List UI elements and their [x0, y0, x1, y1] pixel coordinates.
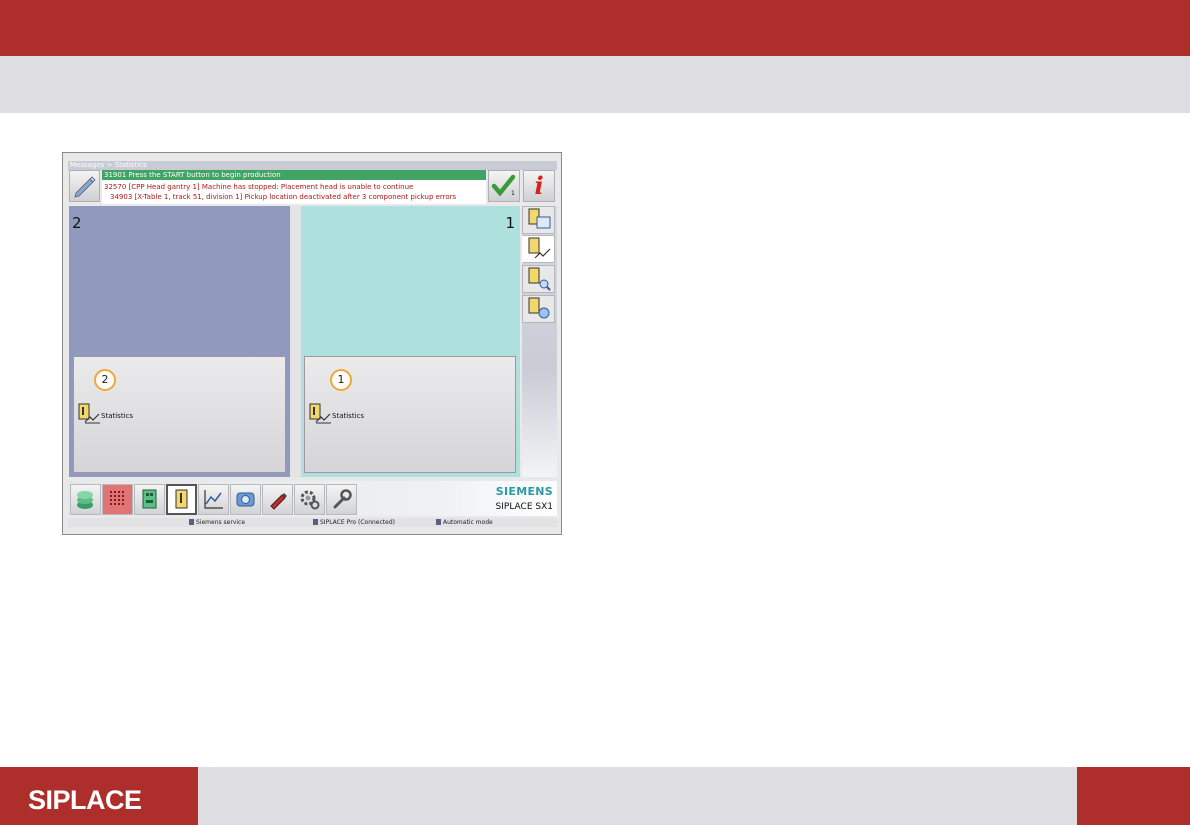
statistics-window-icon: [528, 208, 551, 229]
statistics-icon: [309, 403, 331, 424]
card-label: Statistics: [332, 412, 364, 420]
view-tab-rail: [522, 206, 557, 477]
tab-statistics-zoom[interactable]: [522, 295, 555, 323]
toolbar-button-pen[interactable]: [262, 484, 293, 515]
statistics-zoom-icon: [528, 297, 550, 319]
board-icon: [142, 489, 157, 509]
footer-accent: [1077, 767, 1190, 825]
subheader-band: [0, 56, 1190, 113]
message-item[interactable]: 31901 Press the START button to begin pr…: [102, 170, 486, 180]
footer-band: [198, 767, 1077, 825]
acknowledge-button[interactable]: 1: [488, 170, 520, 202]
status-service-text: Siemens service: [196, 519, 246, 526]
statistics-search-icon: [528, 267, 551, 291]
message-item[interactable]: 32570 [CPP Head gantry 1] Machine has st…: [104, 182, 413, 192]
footer-logo-block: SIPLACE: [0, 767, 198, 825]
panel-1[interactable]: 1 1 Statistics: [301, 206, 520, 477]
toolbar-button-stack[interactable]: [70, 484, 101, 515]
header-band: [0, 0, 1190, 56]
siplace-logo: SIPLACE: [28, 785, 142, 815]
main-toolbar: SIEMENS SIPLACE SX1: [68, 481, 557, 516]
statistics-card-2[interactable]: 2 Statistics: [73, 356, 286, 473]
panel-divider: [290, 206, 301, 477]
grid-icon: [110, 491, 124, 505]
gear-icon: [300, 490, 320, 510]
status-bar: Siemens service SIPLACE Pro (Connected) …: [68, 518, 557, 527]
tab-statistics-window[interactable]: [522, 206, 555, 234]
machine-screen: Messages > Statistics 31901 Press the ST…: [62, 152, 562, 535]
breadcrumb: Messages > Statistics: [68, 161, 557, 170]
siemens-logo: SIEMENS: [495, 485, 553, 498]
mode-icon: [436, 519, 441, 525]
stack-icon: [77, 491, 93, 509]
message-item[interactable]: 34903 [X-Table 1, track 51, division 1] …: [110, 192, 456, 202]
edit-messages-button[interactable]: [69, 170, 100, 202]
tab-statistics-chart[interactable]: [522, 235, 555, 263]
statistics-icon: [175, 489, 188, 509]
statistics-card-1[interactable]: 1 Statistics: [304, 356, 516, 473]
toolbar-button-statistics[interactable]: [166, 484, 197, 515]
status-mode-text: Automatic mode: [443, 519, 493, 526]
toolbar-button-camera[interactable]: [230, 484, 261, 515]
camera-icon: [236, 492, 255, 507]
panel-number: 1: [505, 214, 515, 232]
wrench-icon: [333, 489, 352, 509]
toolbar-button-grid[interactable]: [102, 484, 133, 515]
statistics-icon: [78, 403, 100, 424]
user-icon: [189, 519, 194, 525]
acknowledge-count: 1: [511, 190, 515, 197]
machine-name: SIPLACE SX1: [495, 502, 553, 512]
toolbar-button-wrench[interactable]: [326, 484, 357, 515]
tab-statistics-search[interactable]: [522, 265, 555, 293]
graph-icon: [204, 490, 223, 509]
panel-number: 2: [72, 214, 82, 232]
pencil-icon: [74, 176, 96, 198]
toolbar-button-gear[interactable]: [294, 484, 325, 515]
pen-icon: [270, 493, 287, 510]
toolbar-button-board[interactable]: [134, 484, 165, 515]
status-connection-text: SIPLACE Pro (Connected): [320, 519, 395, 526]
panel-2[interactable]: 2 2 Statistics: [69, 206, 290, 477]
message-list[interactable]: 31901 Press the START button to begin pr…: [102, 170, 486, 204]
card-label: Statistics: [101, 412, 133, 420]
status-service: Siemens service: [189, 518, 245, 527]
toolbar-button-graph[interactable]: [198, 484, 229, 515]
statistics-chart-icon: [528, 237, 551, 259]
network-icon: [313, 519, 318, 525]
callout-badge: 2: [94, 369, 116, 391]
info-button[interactable]: i: [523, 170, 555, 202]
callout-badge: 1: [330, 369, 352, 391]
status-connection: SIPLACE Pro (Connected): [313, 518, 395, 527]
status-mode: Automatic mode: [436, 518, 493, 527]
